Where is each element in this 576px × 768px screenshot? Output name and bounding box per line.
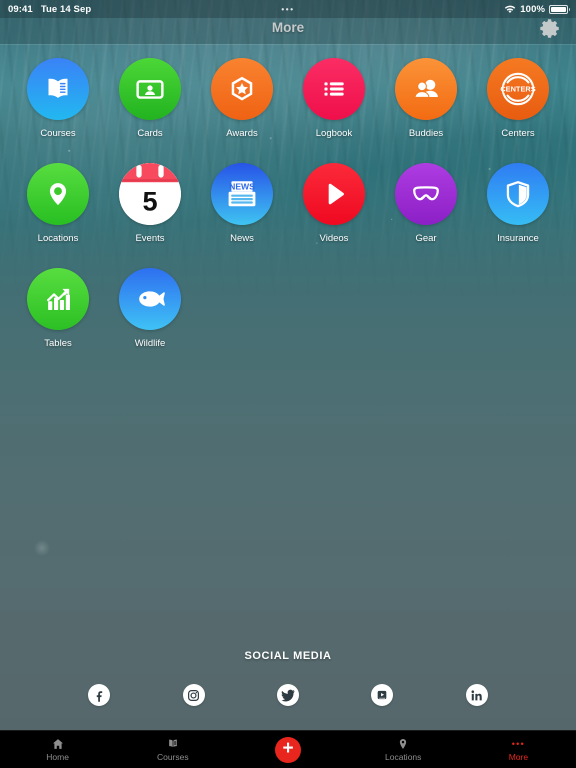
grid-item-awards[interactable]: Awards bbox=[196, 58, 288, 139]
social-media-title: SOCIAL MEDIA bbox=[244, 650, 332, 662]
grid-item-insurance[interactable]: Insurance bbox=[472, 163, 564, 244]
book-icon bbox=[27, 58, 89, 120]
wifi-icon bbox=[504, 5, 516, 14]
grid-label: Locations bbox=[37, 233, 79, 244]
grid-item-locations[interactable]: Locations bbox=[12, 163, 104, 244]
status-time: 09:41 bbox=[8, 3, 33, 15]
grid-item-videos[interactable]: Videos bbox=[288, 163, 380, 244]
grid-label: Cards bbox=[137, 128, 163, 139]
tab-home[interactable]: Home bbox=[0, 731, 115, 768]
social-media-section: SOCIAL MEDIA bbox=[0, 650, 576, 706]
grid-item-logbook[interactable]: Logbook bbox=[288, 58, 380, 139]
more-dots: ••• bbox=[511, 739, 526, 750]
grid-label: Gear bbox=[415, 233, 437, 244]
bottom-tab-bar: Home Courses + Locations ••• More bbox=[0, 730, 576, 768]
tab-label: Home bbox=[46, 752, 69, 763]
battery-percent: 100% bbox=[520, 3, 545, 15]
award-star-icon bbox=[211, 58, 273, 120]
tab-label: Locations bbox=[385, 752, 422, 763]
more-dots-icon: ••• bbox=[512, 737, 525, 751]
status-bar-right: 100% bbox=[504, 3, 570, 15]
tab-label: More bbox=[508, 752, 529, 763]
grid-item-centers[interactable]: CENTERS Centers bbox=[472, 58, 564, 139]
plus-icon: + bbox=[282, 738, 294, 759]
twitter-icon[interactable] bbox=[276, 684, 299, 706]
grid-label: Events bbox=[135, 233, 165, 244]
list-icon bbox=[303, 58, 365, 120]
header-divider bbox=[0, 44, 576, 45]
shield-icon bbox=[487, 163, 549, 225]
id-card-icon bbox=[119, 58, 181, 120]
app-root: 09:41 Tue 14 Sep ••• 100% More Courses C… bbox=[0, 0, 576, 768]
app-icon-grid: Courses Cards Awards Logbook Buddies CEN… bbox=[0, 58, 576, 349]
tab-locations[interactable]: Locations bbox=[346, 731, 461, 768]
grid-item-gear[interactable]: Gear bbox=[380, 163, 472, 244]
grid-label: Courses bbox=[40, 128, 76, 139]
tab-label: Courses bbox=[156, 752, 189, 763]
add-button[interactable]: + bbox=[275, 736, 301, 763]
status-date: Tue 14 Sep bbox=[40, 3, 92, 15]
growth-chart-icon bbox=[27, 268, 89, 330]
grid-label: Centers bbox=[501, 128, 535, 139]
book-icon bbox=[166, 737, 180, 751]
fish-icon bbox=[119, 268, 181, 330]
grid-item-courses[interactable]: Courses bbox=[12, 58, 104, 139]
social-media-row bbox=[0, 684, 576, 706]
calendar-day: 5 bbox=[142, 185, 157, 216]
grid-item-tables[interactable]: Tables bbox=[12, 268, 104, 349]
people-icon bbox=[395, 58, 457, 120]
status-bar: 09:41 Tue 14 Sep ••• 100% bbox=[0, 0, 576, 18]
grid-label: Wildlife bbox=[134, 338, 166, 349]
grid-item-cards[interactable]: Cards bbox=[104, 58, 196, 139]
youtube-icon[interactable] bbox=[371, 684, 394, 706]
dive-mask-icon bbox=[395, 163, 457, 225]
map-pin-icon bbox=[396, 737, 410, 751]
grid-label: Videos bbox=[319, 233, 349, 244]
instagram-icon[interactable] bbox=[182, 684, 205, 706]
newspaper-icon: NEWS bbox=[211, 163, 273, 225]
play-icon bbox=[303, 163, 365, 225]
facebook-icon[interactable] bbox=[88, 684, 111, 706]
grid-label: Buddies bbox=[408, 128, 444, 139]
grid-label: Tables bbox=[44, 338, 72, 349]
centers-icon: CENTERS bbox=[487, 58, 549, 120]
grid-item-news[interactable]: NEWS News bbox=[196, 163, 288, 244]
status-bar-left: 09:41 Tue 14 Sep bbox=[8, 4, 91, 15]
tab-add[interactable]: + bbox=[230, 731, 345, 768]
grid-item-buddies[interactable]: Buddies bbox=[380, 58, 472, 139]
grid-label: Logbook bbox=[315, 128, 353, 139]
grid-item-events[interactable]: 5 Events bbox=[104, 163, 196, 244]
tab-courses[interactable]: Courses bbox=[115, 731, 230, 768]
grid-label: Awards bbox=[226, 128, 258, 139]
calendar-icon: 5 bbox=[119, 163, 181, 225]
multitask-dots: ••• bbox=[281, 4, 295, 14]
linkedin-icon[interactable] bbox=[465, 684, 488, 706]
news-label: NEWS bbox=[229, 182, 255, 192]
tab-more[interactable]: ••• More bbox=[461, 731, 576, 768]
grid-label: Insurance bbox=[497, 233, 539, 244]
centers-label: CENTERS bbox=[500, 85, 535, 94]
battery-icon bbox=[549, 4, 570, 14]
grid-item-wildlife[interactable]: Wildlife bbox=[104, 268, 196, 349]
grid-label: News bbox=[230, 233, 254, 244]
home-icon bbox=[51, 737, 65, 751]
map-pin-icon bbox=[27, 163, 89, 225]
